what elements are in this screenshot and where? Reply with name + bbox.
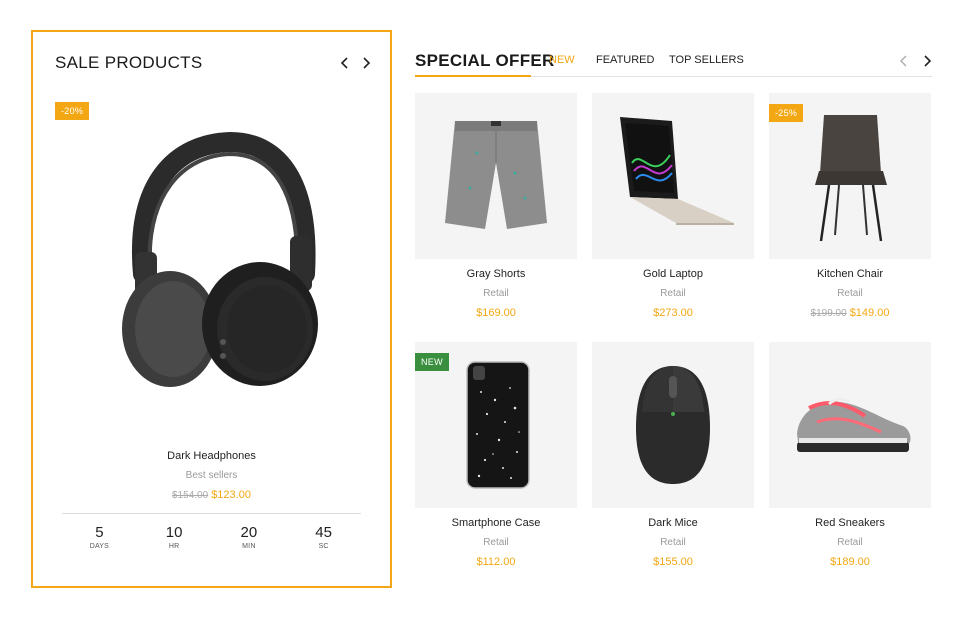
- product-category: Retail: [660, 537, 686, 548]
- current-price: $155.00: [653, 556, 693, 568]
- product-name[interactable]: Red Sneakers: [769, 517, 931, 529]
- sale-product-name[interactable]: Dark Headphones: [33, 450, 390, 462]
- product-thumbnail[interactable]: [592, 93, 754, 259]
- product-thumbnail[interactable]: [592, 342, 754, 508]
- product-card[interactable]: NEW Smartphone Case Retail $112.00: [415, 342, 577, 568]
- headphones-image[interactable]: [105, 124, 325, 389]
- product-card[interactable]: Dark Mice Retail $155.00: [592, 342, 754, 568]
- product-category: Retail: [483, 288, 509, 299]
- current-price: $112.00: [476, 556, 516, 568]
- chevron-left-icon: [340, 57, 348, 69]
- product-name[interactable]: Dark Mice: [592, 517, 754, 529]
- product-card[interactable]: Gray Shorts Retail $169.00: [415, 93, 577, 319]
- product-thumbnail[interactable]: [769, 342, 931, 508]
- product-card[interactable]: Gold Laptop Retail $273.00: [592, 93, 754, 319]
- chevron-left-icon: [899, 55, 906, 67]
- sale-product-category: Best sellers: [185, 470, 238, 481]
- sneaker-image: [797, 397, 911, 452]
- product-category: Retail: [837, 537, 863, 548]
- chevron-right-icon: [923, 55, 931, 67]
- countdown-timer: 5 DAYS 10 HR 20 MIN 45 SC: [62, 524, 361, 550]
- special-offer-title: SPECIAL OFFER: [415, 51, 555, 70]
- product-price: $189.00: [769, 556, 931, 568]
- countdown-value: 10: [165, 524, 183, 541]
- countdown-minutes: 20 MIN: [224, 524, 274, 550]
- discount-badge: -25%: [769, 104, 804, 122]
- sale-product-price: $154.00 $123.00: [33, 489, 390, 501]
- offer-next-button[interactable]: [918, 52, 936, 70]
- product-price: $155.00: [592, 556, 754, 568]
- divider: [62, 513, 361, 514]
- current-price: $123.00: [211, 489, 251, 501]
- product-price: $112.00: [415, 556, 577, 568]
- offer-prev-button[interactable]: [894, 52, 912, 70]
- countdown-value: 45: [315, 524, 332, 541]
- discount-badge: -20%: [55, 102, 90, 120]
- tab-featured[interactable]: FEATURED: [596, 54, 654, 66]
- tab-top-sellers[interactable]: TOP SELLERS: [669, 54, 744, 66]
- old-price: $154.00: [172, 490, 209, 501]
- title-underline: [415, 75, 531, 77]
- shorts-image: [445, 121, 547, 229]
- countdown-label: SC: [318, 543, 329, 550]
- product-name[interactable]: Smartphone Case: [415, 517, 577, 529]
- product-thumbnail[interactable]: NEW: [415, 342, 577, 508]
- current-price: $169.00: [476, 307, 516, 319]
- sale-prev-button[interactable]: [335, 54, 353, 72]
- current-price: $189.00: [830, 556, 870, 568]
- product-category: Retail: [483, 537, 509, 548]
- product-category: Retail: [660, 288, 686, 299]
- product-name[interactable]: Kitchen Chair: [769, 268, 931, 280]
- countdown-label: HR: [168, 543, 180, 550]
- product-thumbnail[interactable]: [415, 93, 577, 259]
- countdown-label: DAYS: [89, 543, 110, 550]
- old-price: $199.00: [810, 308, 847, 319]
- product-thumbnail[interactable]: -25%: [769, 93, 931, 259]
- product-card[interactable]: Red Sneakers Retail $189.00: [769, 342, 931, 568]
- mouse-image: [636, 366, 710, 484]
- new-badge: NEW: [415, 353, 449, 371]
- countdown-days: 5 DAYS: [74, 524, 124, 550]
- countdown-value: 20: [240, 524, 258, 541]
- countdown-value: 5: [95, 524, 104, 541]
- sale-next-button[interactable]: [357, 54, 375, 72]
- product-price: $199.00 $149.00: [769, 307, 931, 319]
- laptop-image: [620, 117, 734, 225]
- tab-new[interactable]: NEW: [549, 54, 575, 66]
- sale-products-title: SALE PRODUCTS: [55, 53, 203, 72]
- current-price: $273.00: [653, 307, 693, 319]
- chevron-right-icon: [362, 57, 370, 69]
- product-name[interactable]: Gray Shorts: [415, 268, 577, 280]
- product-category: Retail: [837, 288, 863, 299]
- sale-products-panel: SALE PRODUCTS -20% Dark Headphones Best …: [31, 30, 392, 588]
- countdown-seconds: 45 SC: [299, 524, 349, 550]
- product-card[interactable]: -25% Kitchen Chair Retail $199.00 $149.00: [769, 93, 931, 319]
- current-price: $149.00: [849, 307, 890, 319]
- countdown-label: MIN: [242, 543, 256, 550]
- countdown-hours: 10 HR: [149, 524, 199, 550]
- product-price: $273.00: [592, 307, 754, 319]
- product-name[interactable]: Gold Laptop: [592, 268, 754, 280]
- product-price: $169.00: [415, 307, 577, 319]
